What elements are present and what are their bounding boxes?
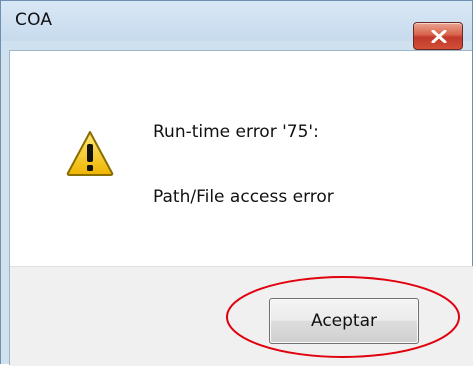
window-title: COA — [15, 10, 53, 30]
ok-button[interactable]: Aceptar — [269, 298, 419, 344]
dialog-content: Run-time error '75': Path/File access er… — [9, 50, 473, 366]
dialog-window: COA Run-time error '75': Path/File acces… — [0, 0, 473, 366]
error-code-text: Run-time error '75': — [153, 122, 319, 142]
close-button[interactable] — [413, 22, 463, 50]
close-icon — [431, 30, 447, 43]
warning-icon — [66, 131, 114, 176]
title-bar[interactable]: COA — [1, 1, 472, 41]
error-description-text: Path/File access error — [153, 187, 334, 207]
